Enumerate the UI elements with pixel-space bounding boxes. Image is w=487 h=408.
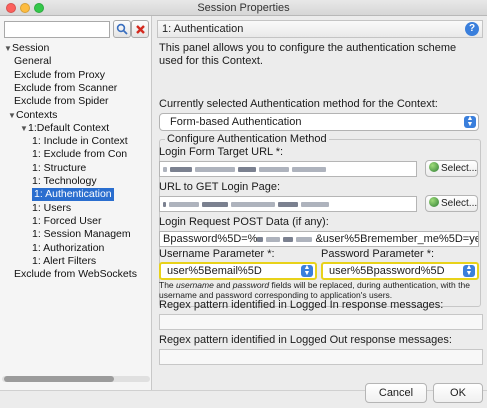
post-data-label: Login Request POST Data (if any): <box>159 216 329 228</box>
tree-item-label: 1: Exclude from Con <box>32 148 128 161</box>
password-param-select[interactable]: user%5Bpassword%5D ▲ ▼ <box>321 262 479 280</box>
tree-item[interactable]: 1: Include in Context <box>32 135 128 148</box>
tree-item[interactable]: 1: Structure <box>32 162 86 175</box>
tree-item[interactable]: 1: Authorization <box>32 242 104 255</box>
tree-item-label: Contexts <box>16 108 58 121</box>
tree-item-label: 1: Technology <box>32 175 97 187</box>
close-icon <box>135 24 145 34</box>
tree-item-label: 1: Authorization <box>32 241 105 254</box>
sidebar: ▼Session General Exclude from Proxy Exclude… <box>0 16 152 390</box>
note-password: password <box>232 280 270 290</box>
select-button-label: Select... <box>441 163 478 174</box>
tree-item[interactable]: Exclude from Proxy <box>14 69 105 82</box>
login-form-url-label: Login Form Target URL *: <box>159 146 284 158</box>
tree-search-button[interactable] <box>113 20 131 38</box>
tree-item-label: 1: Include in Context <box>32 135 128 148</box>
tree-item-label: Session <box>12 42 50 54</box>
tree-item[interactable]: 1: Alert Filters <box>32 255 96 268</box>
logged-in-regex-input[interactable] <box>159 314 483 330</box>
session-tree: ▼Session General Exclude from Proxy Exclude… <box>0 42 151 382</box>
panel-header: 1: Authentication ? <box>157 20 483 38</box>
authentication-panel: 1: Authentication ? This panel allows yo… <box>153 16 487 390</box>
tree-item[interactable]: Exclude from Scanner <box>14 82 117 95</box>
tree-item[interactable]: 1: Authentication <box>32 188 114 202</box>
tree-item[interactable]: 1: Session Managem <box>32 228 131 241</box>
logged-in-regex-label: Regex pattern identified in Logged In re… <box>159 299 444 311</box>
select-button-label: Select... <box>441 198 478 209</box>
tree-item[interactable]: 1: Technology <box>32 175 97 188</box>
tree-item-label: 1: Structure <box>32 161 87 174</box>
username-param-select[interactable]: user%5Bemail%5D ▲ ▼ <box>159 262 317 280</box>
tree-clear-button[interactable] <box>131 20 149 38</box>
panel-description: This panel allows you to configure the a… <box>159 42 457 67</box>
ok-button[interactable]: OK <box>433 383 483 403</box>
get-login-url-input[interactable] <box>159 196 417 212</box>
note-text: The <box>159 280 177 290</box>
tree-item-label: Exclude from WebSockets <box>14 268 137 281</box>
get-login-url-select-button[interactable]: Select... <box>425 195 478 212</box>
tree-item-label: 1: Authentication <box>34 188 112 201</box>
note-username: username <box>176 280 214 290</box>
tree-item[interactable]: 1: Users <box>32 202 71 215</box>
sidebar-horizontal-scrollbar[interactable] <box>2 376 150 382</box>
chevron-updown-icon: ▲ ▼ <box>464 115 476 128</box>
tree-item-label: Exclude from Spider <box>14 95 109 108</box>
window-title: Session Properties <box>197 2 290 14</box>
search-icon <box>116 23 128 35</box>
tree-item-label: 1: Session Managem <box>32 228 131 241</box>
tree-item-label: 1:Default Context <box>28 121 110 134</box>
tree-item[interactable]: ▼1:Default Context <box>20 122 109 135</box>
tree-search-input[interactable] <box>4 21 110 38</box>
get-login-url-label: URL to GET Login Page: <box>159 181 281 193</box>
replacement-note: The username and password fields will be… <box>159 280 479 300</box>
tree-item[interactable]: ▼Contexts <box>8 109 57 122</box>
tree-item-label: 1: Forced User <box>32 214 102 227</box>
post-data-input[interactable]: Bpassword%5D=% &user%5Bremember_me%5D=yes <box>159 231 479 247</box>
tree-item[interactable]: Exclude from WebSockets <box>14 268 137 281</box>
login-form-url-select-button[interactable]: Select... <box>425 160 478 177</box>
tree-item-label: Exclude from Proxy <box>14 68 106 81</box>
help-icon[interactable]: ? <box>465 22 479 36</box>
tree-item[interactable]: 1: Exclude from Con <box>32 148 127 161</box>
cancel-button[interactable]: Cancel <box>365 383 427 403</box>
tree-item[interactable]: Exclude from Spider <box>14 95 109 108</box>
username-param-value: user%5Bemail%5D <box>167 265 262 277</box>
auth-method-select[interactable]: Form-based Authentication ▲ ▼ <box>159 113 479 131</box>
note-text: and <box>213 280 233 290</box>
scrollbar-thumb[interactable] <box>4 376 114 382</box>
post-data-suffix: &user%5Bremember_me%5D=yes <box>315 233 479 245</box>
post-data-prefix: Bpassword%5D=% <box>163 233 258 245</box>
globe-icon <box>429 197 439 207</box>
expand-arrow-icon[interactable]: ▼ <box>8 109 16 122</box>
tree-item-label: 1: Users <box>32 201 72 214</box>
title-bar: Session Properties <box>0 0 487 16</box>
login-form-url-input[interactable] <box>159 161 417 177</box>
tree-item-label: Exclude from Scanner <box>14 81 118 94</box>
chevron-updown-icon: ▲ ▼ <box>301 264 313 277</box>
auth-method-value: Form-based Authentication <box>170 116 302 128</box>
username-param-label: Username Parameter *: <box>159 248 275 260</box>
expand-arrow-icon[interactable]: ▼ <box>4 42 12 55</box>
logged-out-regex-label: Regex pattern identified in Logged Out r… <box>159 334 452 346</box>
tree-item[interactable]: General <box>14 55 51 68</box>
password-param-label: Password Parameter *: <box>321 248 435 260</box>
tree-item[interactable]: ▼Session <box>4 42 49 55</box>
globe-icon <box>429 162 439 172</box>
expand-arrow-icon[interactable]: ▼ <box>20 122 28 135</box>
chevron-updown-icon: ▲ ▼ <box>463 264 475 277</box>
password-param-value: user%5Bpassword%5D <box>329 265 445 277</box>
auth-method-label: Currently selected Authentication method… <box>159 98 438 110</box>
configure-auth-legend: Configure Authentication Method <box>165 133 329 145</box>
tree-item-label: 1: Alert Filters <box>32 254 97 267</box>
panel-title: 1: Authentication <box>162 23 244 35</box>
logged-out-regex-input[interactable] <box>159 349 483 365</box>
tree-item-label: General <box>14 55 52 68</box>
tree-item[interactable]: 1: Forced User <box>32 215 101 228</box>
